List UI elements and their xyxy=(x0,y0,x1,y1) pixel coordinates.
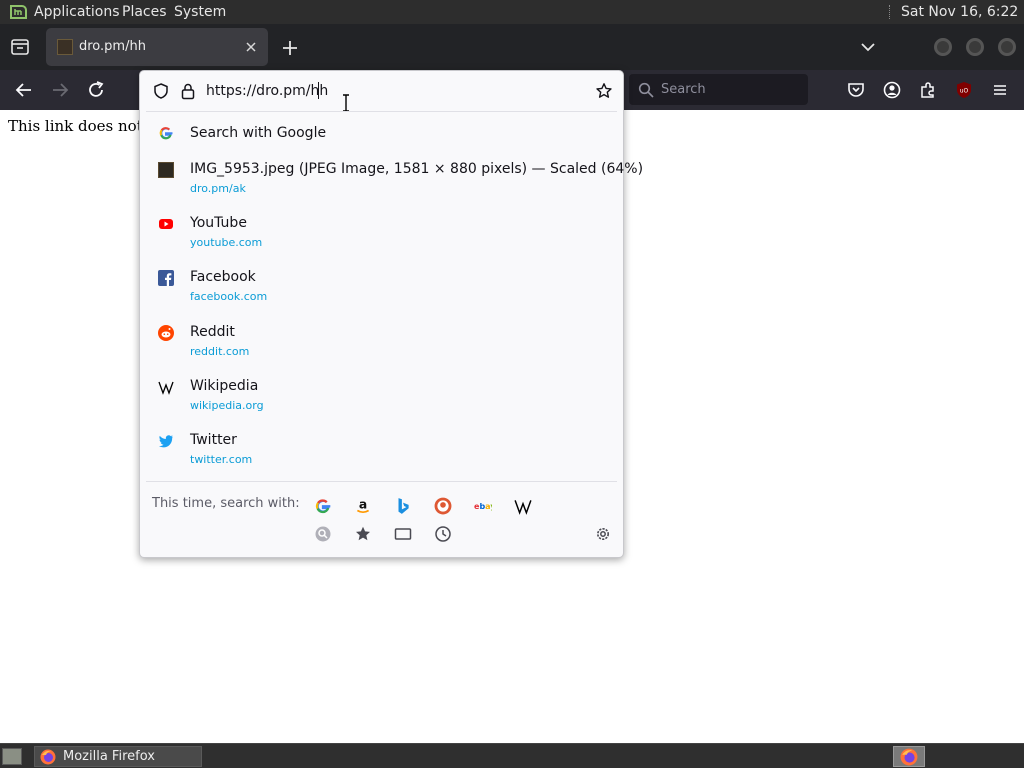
taskbar: Mozilla Firefox xyxy=(0,743,1024,768)
taskbar-item-firefox[interactable]: Mozilla Firefox xyxy=(34,746,202,767)
panel-separator xyxy=(889,5,890,19)
result-facebook[interactable]: Facebook facebook.com xyxy=(146,259,617,309)
google-icon[interactable] xyxy=(314,497,332,515)
taskbar-item-label: Mozilla Firefox xyxy=(63,749,155,764)
divider xyxy=(146,111,617,112)
result-title: IMG_5953.jpeg (JPEG Image, 1581 × 880 pi… xyxy=(190,161,644,177)
ibeam-cursor-icon xyxy=(343,94,349,112)
twitter-icon xyxy=(159,435,173,448)
back-arrow-icon[interactable] xyxy=(13,79,35,101)
search-icon xyxy=(638,82,654,98)
search-history-icon[interactable] xyxy=(314,525,332,543)
result-url: wikipedia.org xyxy=(190,399,264,412)
reload-icon[interactable] xyxy=(85,79,107,101)
window-maximize-button[interactable] xyxy=(966,38,984,56)
result-url: youtube.com xyxy=(190,236,263,249)
divider xyxy=(146,481,617,482)
hamburger-menu-icon[interactable] xyxy=(989,79,1011,101)
clock[interactable]: Sat Nov 16, 6:22 AM xyxy=(901,0,1024,44)
tab-active[interactable]: dro.pm/hh xyxy=(46,28,268,66)
bookmark-star-icon[interactable] xyxy=(595,82,613,100)
show-desktop-button[interactable] xyxy=(2,748,22,765)
result-twitter[interactable]: Twitter twitter.com xyxy=(146,422,617,472)
result-title: YouTube xyxy=(190,215,247,231)
lock-icon[interactable] xyxy=(180,82,196,100)
svg-text:uO: uO xyxy=(960,88,969,95)
workspace-switcher[interactable] xyxy=(893,746,925,767)
result-url: reddit.com xyxy=(190,345,250,358)
urlbar-popup: https://dro.pm/hh Search with Google IMG… xyxy=(139,70,643,558)
tab-favicon-icon xyxy=(57,39,73,55)
svg-text:a: a xyxy=(359,497,367,511)
result-search-google[interactable]: Search with Google xyxy=(146,115,617,151)
result-title: Wikipedia xyxy=(190,378,259,394)
oneoff-search-label: This time, search with: xyxy=(152,496,300,511)
reddit-icon xyxy=(158,325,174,341)
forward-arrow-icon[interactable] xyxy=(49,79,71,101)
firefox-view-icon[interactable] xyxy=(6,34,34,60)
ublock-origin-icon[interactable]: uO xyxy=(953,79,975,101)
window-minimize-button[interactable] xyxy=(934,38,952,56)
menu-places[interactable]: Places xyxy=(122,0,167,24)
result-title: Facebook xyxy=(190,269,256,285)
wikipedia-icon[interactable] xyxy=(514,497,532,515)
gear-icon[interactable] xyxy=(594,525,612,543)
top-panel: Applications Places System Sat Nov 16, 6… xyxy=(0,0,1024,44)
facebook-icon xyxy=(158,270,174,286)
result-youtube[interactable]: YouTube youtube.com xyxy=(146,205,617,255)
result-wikipedia[interactable]: Wikipedia wikipedia.org xyxy=(146,368,617,418)
search-input[interactable]: Search xyxy=(629,74,808,105)
ebay-icon[interactable]: ebay xyxy=(474,497,492,515)
mint-logo-icon[interactable] xyxy=(9,3,28,21)
chevron-down-icon[interactable] xyxy=(858,37,878,57)
result-title: Search with Google xyxy=(190,125,327,141)
window-close-button[interactable] xyxy=(998,38,1016,56)
url-input[interactable]: https://dro.pm/hh xyxy=(140,71,623,112)
firefox-icon xyxy=(40,749,56,765)
image-thumbnail-icon xyxy=(158,162,174,178)
firefox-icon xyxy=(900,748,918,766)
result-url: dro.pm/ak xyxy=(190,182,246,195)
google-icon xyxy=(159,127,173,140)
bing-icon[interactable] xyxy=(394,497,412,515)
amazon-icon[interactable]: a xyxy=(354,497,372,515)
svg-text:ebay: ebay xyxy=(474,502,492,511)
wikipedia-icon xyxy=(158,381,174,395)
result-url: twitter.com xyxy=(190,453,253,466)
duckduckgo-icon[interactable] xyxy=(434,497,452,515)
tabs-icon[interactable] xyxy=(394,525,412,543)
result-url: facebook.com xyxy=(190,290,268,303)
account-icon[interactable] xyxy=(881,79,903,101)
tracking-protection-shield-icon[interactable] xyxy=(152,82,170,100)
menu-system[interactable]: System xyxy=(174,0,226,24)
bookmarks-star-icon[interactable] xyxy=(354,525,372,543)
extensions-puzzle-icon[interactable] xyxy=(917,79,939,101)
history-clock-icon[interactable] xyxy=(434,525,452,543)
tab-strip: dro.pm/hh xyxy=(0,24,1024,70)
plus-icon[interactable] xyxy=(279,37,301,59)
result-reddit[interactable]: Reddit reddit.com xyxy=(146,314,617,364)
close-icon[interactable] xyxy=(242,38,260,56)
tab-title: dro.pm/hh xyxy=(79,39,146,54)
result-title: Twitter xyxy=(190,432,237,448)
result-image[interactable]: IMG_5953.jpeg (JPEG Image, 1581 × 880 pi… xyxy=(146,151,643,201)
pocket-icon[interactable] xyxy=(845,79,867,101)
search-placeholder: Search xyxy=(661,82,706,97)
url-text: https://dro.pm/hh xyxy=(206,83,329,99)
youtube-icon xyxy=(159,219,173,229)
text-caret xyxy=(318,82,319,99)
menu-applications[interactable]: Applications xyxy=(34,0,120,24)
result-title: Reddit xyxy=(190,324,235,340)
